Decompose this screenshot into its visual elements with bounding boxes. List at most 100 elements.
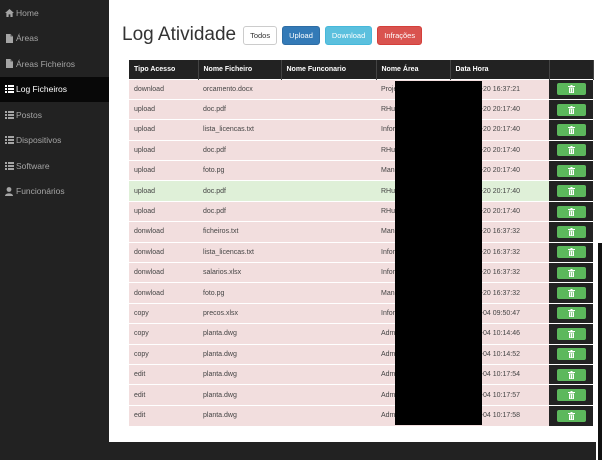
column-header: Nome Funconario	[281, 60, 377, 79]
employee-name-cell	[281, 302, 376, 324]
delete-button[interactable]	[556, 266, 586, 279]
sidebar-item-label: Áreas Ficheiros	[16, 58, 76, 69]
list-icon	[4, 85, 14, 94]
user-icon	[4, 186, 14, 196]
table-row: donwloadlista_licencas.txtInformatica201…	[129, 241, 593, 263]
log-table: Tipo Acesso Nome Ficheiro Nome Funconario N…	[129, 60, 594, 426]
sidebar-item-areas-ficheiros[interactable]: Áreas Ficheiros	[0, 51, 109, 77]
trash-icon	[567, 309, 575, 318]
column-header: Data Hora	[450, 60, 550, 79]
list-icon	[4, 136, 14, 145]
file-name-cell: lista_licencas.txt	[198, 119, 281, 141]
home-icon	[4, 8, 14, 17]
trash-icon	[567, 329, 575, 338]
file-name-cell: doc.pdf	[198, 98, 281, 120]
page-header: Log Atividade Todos Upload Download Infr…	[122, 24, 427, 46]
table-row: download orcamento.docx Projeto 2018-12-20 …	[129, 78, 593, 100]
file-name-cell: foto.pg	[198, 160, 281, 181]
delete-button[interactable]	[556, 287, 586, 300]
column-header: Nome Ficheiro	[198, 60, 282, 79]
sidebar-item-log-ficheiros[interactable]: Log Ficheiros	[0, 76, 109, 102]
table-row: uploadlista_licencas.txtInformatica2018-…	[129, 119, 593, 141]
access-type-cell: upload	[129, 200, 198, 222]
file-icon	[4, 33, 14, 43]
file-name-cell: planta.dwg	[198, 343, 281, 365]
access-type-cell: upload	[129, 119, 198, 141]
employee-name-cell	[281, 139, 376, 161]
file-name-cell: orcamento.docx	[198, 78, 281, 100]
column-header: Tipo Acesso	[129, 60, 199, 79]
access-type-cell: edit	[129, 404, 198, 426]
sidebar-item-funcionarios[interactable]: Funcionários	[0, 179, 109, 205]
action-cell	[549, 262, 593, 283]
action-cell	[549, 282, 593, 304]
action-cell	[549, 384, 593, 406]
column-header	[549, 60, 594, 79]
employee-name-cell	[281, 384, 376, 406]
delete-button[interactable]	[556, 348, 586, 361]
access-type-cell: edit	[129, 384, 198, 406]
filter-infractions-button[interactable]: Infrações	[377, 25, 423, 45]
delete-button[interactable]	[556, 225, 586, 238]
access-type-cell: upload	[129, 98, 198, 120]
delete-button[interactable]	[556, 164, 586, 177]
filter-upload-button[interactable]: Upload	[282, 25, 320, 45]
delete-button[interactable]	[556, 246, 586, 259]
sidebar-item-home[interactable]: Home	[0, 0, 109, 26]
delete-button[interactable]	[556, 123, 586, 136]
trash-icon	[567, 268, 575, 277]
access-type-cell: edit	[129, 363, 198, 385]
trash-icon	[567, 146, 575, 155]
trash-icon	[567, 391, 575, 400]
sidebar-item-dispositivos[interactable]: Dispositivos	[0, 128, 109, 154]
delete-button[interactable]	[556, 327, 586, 340]
delete-button[interactable]	[556, 144, 586, 157]
employee-name-cell	[281, 323, 376, 345]
access-type-cell: copy	[129, 323, 198, 345]
trash-icon	[567, 85, 575, 94]
access-type-cell: upload	[129, 139, 198, 161]
employee-name-cell	[281, 200, 376, 222]
filter-all-button[interactable]: Todos	[243, 25, 278, 45]
access-type-cell: copy	[129, 343, 198, 365]
employee-name-cell	[281, 78, 376, 100]
sidebar-item-postos[interactable]: Postos	[0, 102, 109, 128]
delete-button[interactable]	[556, 409, 586, 422]
trash-icon	[567, 105, 575, 114]
file-name-cell: doc.pdf	[198, 200, 281, 222]
page-title: Log Atividade	[122, 24, 237, 45]
trash-icon	[567, 125, 575, 134]
access-type-cell: donwload	[129, 221, 198, 243]
sidebar-item-label: Log Ficheiros	[16, 84, 68, 95]
table-row: uploaddoc.pdfRHumanos2018-12-20 20:17:40	[129, 139, 593, 161]
action-cell	[549, 363, 593, 385]
action-cell	[549, 343, 593, 365]
sidebar-item-software[interactable]: Software	[0, 153, 109, 179]
action-cell	[549, 241, 593, 263]
sidebar-item-areas[interactable]: Áreas	[0, 26, 109, 52]
action-cell	[549, 221, 593, 243]
scrollbar[interactable]	[598, 243, 602, 460]
trash-icon	[567, 248, 575, 257]
action-cell	[549, 404, 593, 426]
file-name-cell: planta.dwg	[198, 323, 281, 345]
employee-name-cell	[281, 343, 376, 365]
delete-button[interactable]	[556, 307, 586, 320]
table-row: donwloadsalarios.xlsxInformatica2018-12-…	[129, 262, 593, 283]
filter-download-button[interactable]: Download	[324, 25, 373, 45]
employee-name-cell	[281, 119, 376, 141]
delete-button[interactable]	[556, 368, 586, 381]
delete-button[interactable]	[556, 205, 586, 218]
delete-button[interactable]	[556, 185, 586, 198]
trash-icon	[567, 227, 575, 236]
sidebar-item-label: Home	[16, 7, 39, 18]
trash-icon	[567, 370, 575, 379]
trash-icon	[567, 187, 575, 196]
delete-button[interactable]	[556, 103, 586, 116]
employee-name-cell	[281, 160, 376, 181]
delete-button[interactable]	[556, 83, 586, 96]
delete-button[interactable]	[556, 389, 586, 402]
action-cell	[549, 98, 593, 120]
table-row: uploadfoto.pgManutencao2018-12-20 20:17:…	[129, 160, 593, 181]
table-row: editplanta.dwgAdministracao2019-02-04 10…	[129, 404, 593, 426]
